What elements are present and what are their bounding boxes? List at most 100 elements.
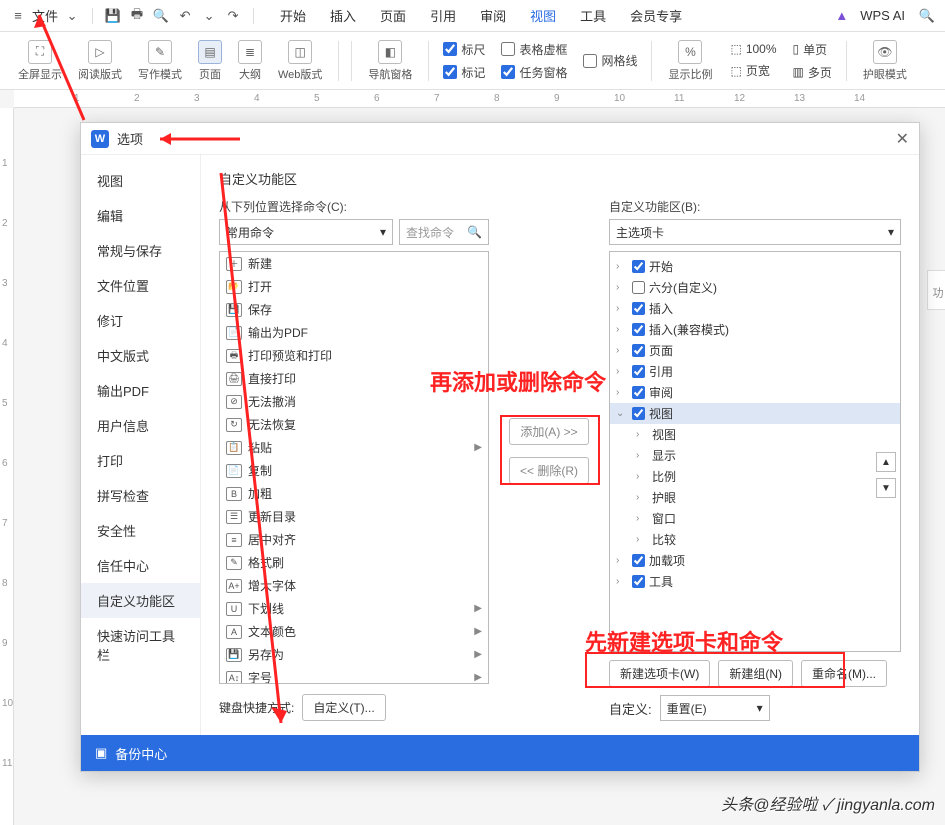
cmd-下划线[interactable]: U下划线▶ — [220, 597, 488, 620]
command-list[interactable]: ＋新建📂打开💾保存📄输出为PDF🖶打印预览和打印🖨直接打印⊘无法撤消↻无法恢复📋… — [219, 251, 489, 684]
cmd-复制[interactable]: 📄复制 — [220, 459, 488, 482]
expand-icon[interactable]: › — [616, 576, 628, 587]
cmd-加粗[interactable]: B加粗 — [220, 482, 488, 505]
menu-icon[interactable]: ≡ — [8, 6, 28, 26]
cmd-文本颜色[interactable]: A文本颜色▶ — [220, 620, 488, 643]
expand-icon[interactable]: › — [636, 429, 648, 440]
dropdown-icon[interactable]: ⌄ — [62, 6, 82, 26]
tree-checkbox[interactable] — [632, 302, 645, 315]
nav-pane-button[interactable]: ◧ 导航窗格 — [360, 40, 420, 82]
cmd-新建[interactable]: ＋新建 — [220, 252, 488, 275]
cmd-保存[interactable]: 💾保存 — [220, 298, 488, 321]
expand-icon[interactable]: › — [636, 513, 648, 524]
tab-开始[interactable]: 开始 — [280, 6, 306, 25]
cmd-打开[interactable]: 📂打开 — [220, 275, 488, 298]
file-menu[interactable]: 文件 — [32, 6, 58, 25]
expand-icon[interactable]: › — [616, 324, 628, 335]
tab-引用[interactable]: 引用 — [430, 6, 456, 25]
tree-checkbox[interactable] — [632, 554, 645, 567]
expand-icon[interactable]: ⌄ — [616, 408, 628, 419]
new-tab-button[interactable]: 新建选项卡(W) — [609, 660, 710, 687]
side-panel-tab[interactable]: 功 — [927, 270, 945, 310]
expand-icon[interactable]: › — [616, 366, 628, 377]
undo-drop-icon[interactable]: ⌄ — [199, 6, 219, 26]
cmd-无法撤消[interactable]: ⊘无法撤消 — [220, 390, 488, 413]
tab-视图[interactable]: 视图 — [530, 6, 556, 25]
tree-checkbox[interactable] — [632, 575, 645, 588]
horizontal-ruler[interactable]: 1234567891011121314 — [14, 90, 945, 108]
ribbon-页面[interactable]: ▤页面 — [190, 40, 230, 82]
cmd-字号[interactable]: A↕字号▶ — [220, 666, 488, 684]
ribbon-阅读版式[interactable]: ▷阅读版式 — [70, 40, 130, 82]
zoom-button[interactable]: %显示比例 — [660, 40, 720, 82]
tree-视图[interactable]: ›视图 — [610, 424, 900, 445]
cmd-粘贴[interactable]: 📋粘贴▶ — [220, 436, 488, 459]
mark-check[interactable]: 标记 — [443, 64, 485, 81]
tree-护眼[interactable]: ›护眼 — [610, 487, 900, 508]
wps-ai-label[interactable]: WPS AI — [860, 8, 905, 23]
tree-引用[interactable]: ›引用 — [610, 361, 900, 382]
backup-center-bar[interactable]: ▣ 备份中心 — [81, 735, 919, 771]
expand-icon[interactable]: › — [616, 345, 628, 356]
nav-用户信息[interactable]: 用户信息 — [81, 408, 200, 443]
tree-工具[interactable]: ›工具 — [610, 571, 900, 592]
reset-select[interactable]: 重置(E)▾ — [660, 695, 770, 721]
tableframe-check[interactable]: 表格虚框 — [501, 41, 567, 58]
expand-icon[interactable]: › — [616, 555, 628, 566]
tree-显示[interactable]: ›显示 — [610, 445, 900, 466]
tab-审阅[interactable]: 审阅 — [480, 6, 506, 25]
move-up-button[interactable]: ▲ — [876, 452, 896, 472]
gridline-check[interactable]: 网格线 — [583, 52, 637, 69]
nav-自定义功能区[interactable]: 自定义功能区 — [81, 583, 200, 618]
nav-安全性[interactable]: 安全性 — [81, 513, 200, 548]
tree-比较[interactable]: ›比较 — [610, 529, 900, 550]
cmd-格式刷[interactable]: ✎格式刷 — [220, 551, 488, 574]
tree-视图[interactable]: ⌄视图 — [610, 403, 900, 424]
cmd-增大字体[interactable]: A+增大字体 — [220, 574, 488, 597]
tree-比例[interactable]: ›比例 — [610, 466, 900, 487]
tree-加载项[interactable]: ›加载项 — [610, 550, 900, 571]
preview-icon[interactable]: 🔍 — [151, 6, 171, 26]
command-search[interactable]: 查找命令🔍 — [399, 219, 489, 245]
cmd-居中对齐[interactable]: ≡居中对齐 — [220, 528, 488, 551]
ribbon-scope-select[interactable]: 主选项卡▾ — [609, 219, 901, 245]
cmd-无法恢复[interactable]: ↻无法恢复 — [220, 413, 488, 436]
nav-打印[interactable]: 打印 — [81, 443, 200, 478]
tree-checkbox[interactable] — [632, 281, 645, 294]
nav-常规与保存[interactable]: 常规与保存 — [81, 233, 200, 268]
new-group-button[interactable]: 新建组(N) — [718, 660, 793, 687]
tree-插入[interactable]: ›插入 — [610, 298, 900, 319]
undo-icon[interactable]: ↶ — [175, 6, 195, 26]
tree-checkbox[interactable] — [632, 386, 645, 399]
tree-页面[interactable]: ›页面 — [610, 340, 900, 361]
tree-checkbox[interactable] — [632, 260, 645, 273]
save-icon[interactable]: 💾 — [103, 6, 123, 26]
expand-icon[interactable]: › — [636, 450, 648, 461]
eyecare-button[interactable]: 👁护眼模式 — [855, 40, 915, 82]
nav-文件位置[interactable]: 文件位置 — [81, 268, 200, 303]
ribbon-Web版式[interactable]: ◫Web版式 — [270, 40, 330, 82]
tree-checkbox[interactable] — [632, 323, 645, 336]
ribbon-大纲[interactable]: ≣大纲 — [230, 40, 270, 82]
expand-icon[interactable]: › — [636, 471, 648, 482]
add-command-button[interactable]: 添加(A) >> — [509, 418, 588, 445]
ribbon-tree[interactable]: ›开始›六分(自定义)›插入›插入(兼容模式)›页面›引用›审阅⌄视图›视图›显… — [609, 251, 901, 652]
search-icon[interactable]: 🔍 — [917, 6, 937, 26]
wps-ai-icon[interactable]: ▲ — [835, 8, 848, 23]
nav-输出PDF[interactable]: 输出PDF — [81, 373, 200, 408]
cmd-更新目录[interactable]: ☰更新目录 — [220, 505, 488, 528]
expand-icon[interactable]: › — [616, 387, 628, 398]
singlepage-button[interactable]: ▯单页 — [793, 41, 832, 58]
rename-button[interactable]: 重命名(M)... — [801, 660, 887, 687]
pagewidth-button[interactable]: ⬚页宽 — [730, 62, 776, 79]
nav-信任中心[interactable]: 信任中心 — [81, 548, 200, 583]
pct-button[interactable]: ⬚100% — [730, 42, 776, 56]
tree-六分(自定义)[interactable]: ›六分(自定义) — [610, 277, 900, 298]
print-icon[interactable]: 🖶 — [127, 6, 147, 26]
redo-icon[interactable]: ↷ — [223, 6, 243, 26]
taskpane-check[interactable]: 任务窗格 — [501, 64, 567, 81]
remove-command-button[interactable]: << 删除(R) — [509, 457, 589, 484]
nav-编辑[interactable]: 编辑 — [81, 198, 200, 233]
tree-checkbox[interactable] — [632, 407, 645, 420]
expand-icon[interactable]: › — [616, 303, 628, 314]
